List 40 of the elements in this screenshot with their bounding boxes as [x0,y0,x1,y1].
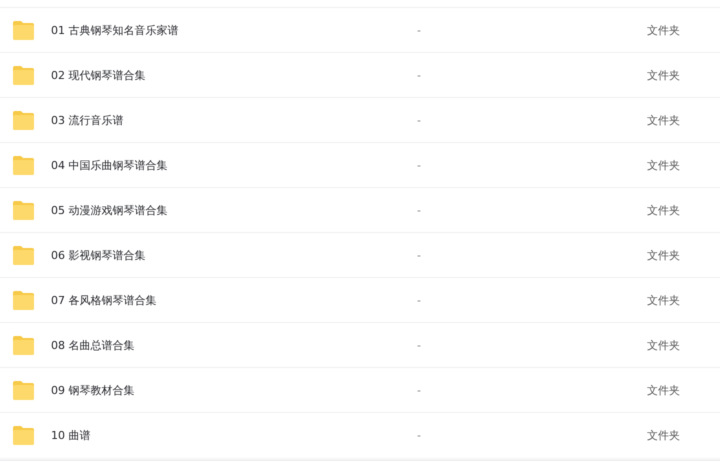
file-name[interactable]: 09 钢琴教材合集 [51,382,391,398]
folder-icon [12,110,35,130]
file-size: - [417,294,422,306]
file-size: - [417,158,422,172]
file-type: 文件夹 [647,248,680,262]
file-name[interactable]: 04 中国乐曲钢琴谱合集 [51,158,391,172]
file-type: 文件夹 [647,428,680,442]
file-size: - [417,248,422,262]
file-name[interactable]: 03 流行音乐谱 [51,112,391,128]
file-size: - [417,204,422,216]
folder-icon [12,20,35,40]
file-name[interactable]: 01 古典钢琴知名音乐家谱 [51,22,391,38]
file-type: 文件夹 [647,202,680,218]
folder-icon [12,334,35,356]
file-type: 文件夹 [647,112,680,128]
folder-icon [12,424,35,446]
file-name[interactable]: 10 曲谱 [51,428,391,442]
file-type: 文件夹 [647,68,680,82]
file-name[interactable]: 07 各风格钢琴谱合集 [51,292,391,308]
file-name[interactable]: 02 现代钢琴谱合集 [51,68,391,82]
file-name[interactable]: 06 影视钢琴谱合集 [51,248,391,262]
file-type: 文件夹 [647,338,680,352]
folder-icon [12,244,35,266]
file-size: - [417,24,422,36]
file-type: 文件夹 [647,158,680,172]
file-size: - [417,428,422,442]
file-size: - [417,114,422,126]
file-type: 文件夹 [647,22,680,38]
folder-icon [12,290,35,310]
folder-icon [12,200,35,220]
folder-icon [12,64,35,86]
folder-icon [12,154,35,176]
file-type: 文件夹 [647,382,680,398]
file-name[interactable]: 05 动漫游戏钢琴谱合集 [51,202,391,218]
file-name[interactable]: 08 名曲总谱合集 [51,338,391,352]
file-size: - [417,338,422,352]
file-type: 文件夹 [647,292,680,308]
folder-icon [12,380,35,400]
file-size: - [417,384,422,396]
file-size: - [417,68,422,82]
